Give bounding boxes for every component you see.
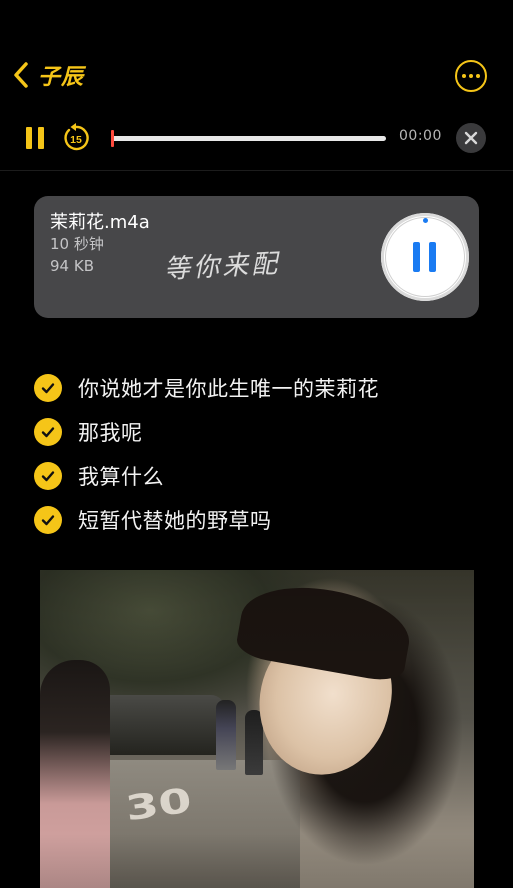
attached-photo[interactable]: 30 <box>40 570 474 888</box>
progress-handle[interactable] <box>111 130 114 147</box>
checkmark-circle-icon[interactable] <box>34 506 62 534</box>
checklist-item-text[interactable]: 你说她才是你此生唯一的茉莉花 <box>78 373 379 403</box>
checkmark-circle-icon[interactable] <box>34 374 62 402</box>
note-screen: 子辰 15 00:00 茉莉花.m4a 10 秒钟 94 KB 等你来配 你说她… <box>0 0 513 888</box>
attachment-file-name: 茉莉花.m4a <box>50 212 150 233</box>
back-button[interactable]: 子辰 <box>12 58 84 92</box>
attachment-size: 94 KB <box>50 257 94 275</box>
checklist-item-text[interactable]: 我算什么 <box>78 461 164 491</box>
pause-icon <box>413 242 420 272</box>
attachment-pause-button[interactable] <box>381 213 469 301</box>
ellipsis-dot <box>469 74 473 78</box>
checkmark-circle-icon[interactable] <box>34 462 62 490</box>
skip-back-15-icon: 15 <box>60 122 92 154</box>
checklist-item: 那我呢 <box>34 410 494 454</box>
header-divider <box>0 170 513 171</box>
progress-slider[interactable] <box>111 130 386 147</box>
audio-attachment-card[interactable]: 茉莉花.m4a 10 秒钟 94 KB 等你来配 <box>34 196 479 318</box>
ellipsis-dot <box>476 74 480 78</box>
photo-vignette <box>40 570 474 888</box>
checklist: 你说她才是你此生唯一的茉莉花 那我呢 我算什么 短暂代替她的野草吗 <box>34 366 494 542</box>
checklist-item: 我算什么 <box>34 454 494 498</box>
elapsed-time: 00:00 <box>399 128 442 144</box>
attachment-duration: 10 秒钟 <box>50 235 104 253</box>
pause-icon <box>26 127 32 149</box>
close-icon <box>464 131 478 145</box>
skip-back-15-button[interactable]: 15 <box>60 122 92 154</box>
chevron-left-icon <box>12 61 30 89</box>
ellipsis-dot <box>462 74 466 78</box>
checklist-item-text[interactable]: 短暂代替她的野草吗 <box>78 505 272 535</box>
play-progress-dot <box>423 218 428 223</box>
close-player-button[interactable] <box>456 123 486 153</box>
navigation-bar: 子辰 <box>0 52 513 98</box>
checklist-item: 短暂代替她的野草吗 <box>34 498 494 542</box>
rewind-seconds-label: 15 <box>70 134 82 146</box>
checkmark-circle-icon[interactable] <box>34 418 62 446</box>
back-label: 子辰 <box>38 65 85 90</box>
attachment-cover-text: 等你来配 <box>163 248 281 286</box>
audio-player-bar: 15 00:00 <box>0 118 513 158</box>
checklist-item: 你说她才是你此生唯一的茉莉花 <box>34 366 494 410</box>
play-progress-ring <box>385 217 465 297</box>
checklist-item-text[interactable]: 那我呢 <box>78 417 143 447</box>
pause-button[interactable] <box>25 127 45 149</box>
more-options-button[interactable] <box>455 60 487 92</box>
